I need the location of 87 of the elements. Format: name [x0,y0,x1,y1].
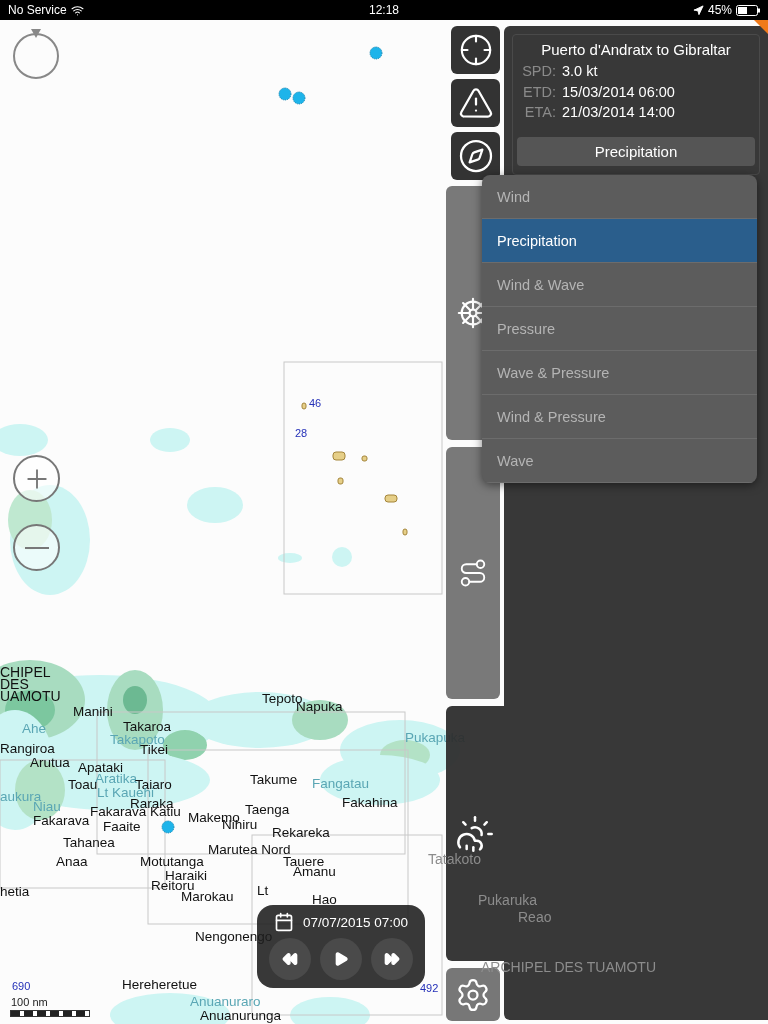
place-label: Takapoto [110,733,165,747]
play-icon [333,951,349,967]
play-button[interactable] [320,938,362,980]
precipitation-patch [187,487,243,523]
place-label: Takume [250,773,298,787]
place-label: Taenga [245,803,290,817]
place-label: Tahanea [63,836,115,850]
precipitation-patch [150,428,190,452]
place-label: CHIPEL [0,665,51,679]
clock-text: 12:18 [369,3,399,17]
field-value: 15/03/2014 06:00 [562,82,675,102]
layer-menu-item[interactable]: Precipitation [482,219,757,263]
compass-button[interactable] [451,132,500,180]
layer-menu-item[interactable]: Wave & Pressure [482,351,757,395]
crosshair-icon [458,33,493,67]
corner-flag-icon [754,20,768,34]
place-label: Anuanurunga [200,1009,282,1023]
precipitation-patch [332,547,352,567]
field-label: ETD: [521,82,556,102]
place-label: Hao [312,893,337,907]
place-label: Marutea Nord [208,843,291,857]
place-label: Hereheretue [122,978,198,992]
depth-number: 690 [12,980,31,992]
crosshair-button[interactable] [451,26,500,74]
place-label: Marokau [181,890,234,904]
depth-number: 46 [309,397,322,409]
place-label: Apataki [78,761,124,775]
wifi-icon [70,3,84,17]
zoom-in-button[interactable] [13,455,60,502]
layer-menu-item[interactable]: Wind & Wave [482,263,757,307]
place-label: Anuanuraro [190,995,261,1009]
layer-menu-item[interactable]: Pressure [482,307,757,351]
place-label: Pukaruka [478,893,538,907]
place-label: Fakarava [33,814,90,828]
marker-dot[interactable] [369,46,383,60]
timeline-date: 07/07/2015 07:00 [302,914,409,930]
precipitation-patch [0,424,48,456]
carrier-text: No Service [8,3,67,17]
place-label: Manihi [73,705,113,719]
route-title: Puerto d'Andratx to Gibraltar [540,41,732,58]
route-icon [458,558,488,588]
field-label: ETA: [523,103,556,122]
minus-icon [24,546,49,549]
field-value: 3.0 kt [562,62,598,81]
fast-forward-icon [384,951,400,967]
place-label: Reao [518,910,552,924]
place-label: UAMOTU [0,689,61,703]
warning-button[interactable] [451,79,500,127]
place-label: Lt [257,884,269,898]
place-label: Niau [33,800,61,814]
marker-dot[interactable] [161,820,175,834]
fast-forward-button[interactable] [371,938,413,980]
layer-menu-item[interactable]: Wave [482,439,757,483]
battery-percent: 45% [707,3,732,17]
place-label: Arutua [30,756,70,770]
compass-icon [457,138,494,174]
place-label: Takaroa [123,720,172,734]
rewind-icon [282,951,298,967]
place-label: Motutanga [140,855,204,869]
place-label: Faaite [103,820,141,834]
marker-dot[interactable] [278,87,292,101]
layer-menu-item[interactable]: Wind & Pressure [482,395,757,439]
place-label: Fangatau [312,777,370,791]
place-label: Anaa [56,855,88,869]
place-label: Reitoru [151,879,195,893]
place-label: Fakahina [342,796,398,810]
marker-dot[interactable] [292,91,306,105]
field-label: SPD: [521,62,556,81]
place-label: hetia [0,885,30,899]
field-value: 21/03/2014 14:00 [562,103,675,122]
depth-number: 28 [295,427,308,439]
scale-label: 100 nm [11,996,48,1008]
battery-icon [736,4,760,16]
place-label: DES [0,677,29,691]
layer-select-button[interactable]: Precipitation [517,136,755,166]
north-indicator-icon[interactable] [12,28,62,80]
depth-number: 492 [420,982,439,994]
place-label: Ahe [22,722,47,736]
place-label: Rekareka [272,826,330,840]
zoom-out-button[interactable] [13,524,60,571]
location-arrow-icon [692,4,704,16]
calendar-icon [273,912,294,932]
settings-icon [455,976,491,1013]
cloud-sun-rain-icon [455,813,495,854]
precipitation-patch [278,553,302,563]
place-label: Rangiroa [0,742,55,756]
warning-icon [457,85,494,121]
